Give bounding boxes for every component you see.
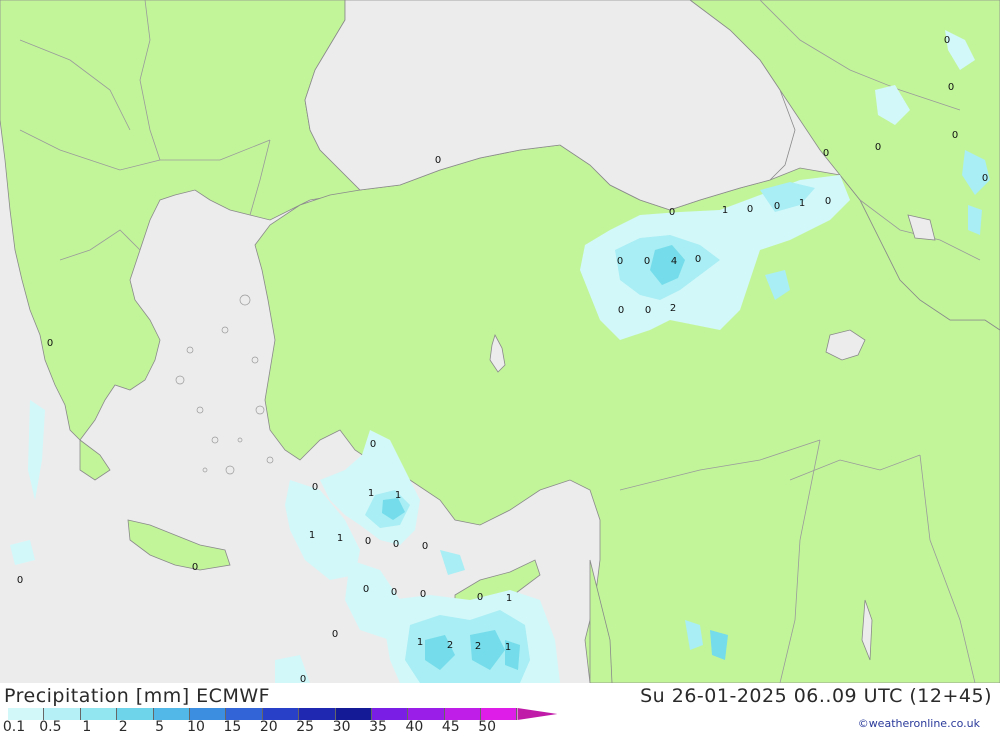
value-label: 0 xyxy=(695,254,701,265)
value-label: 0 xyxy=(875,142,881,153)
map-footer: Precipitation [mm] ECMWF Su 26-01-2025 0… xyxy=(0,683,1000,735)
value-label: 0 xyxy=(645,305,651,316)
map-title: Precipitation [mm] ECMWF xyxy=(4,685,271,707)
value-label: 0 xyxy=(435,155,441,166)
value-label: 0 xyxy=(365,536,371,547)
value-label: 1 xyxy=(395,490,401,501)
value-label: 0 xyxy=(332,629,338,640)
value-label: 0 xyxy=(47,338,53,349)
value-label: 0 xyxy=(948,82,954,93)
precipitation-map: 0 0 0 0 0 0 0 1 0 0 1 0 0 0 4 0 0 0 2 0 … xyxy=(0,0,1000,685)
value-label: 1 xyxy=(417,637,423,648)
value-label: 1 xyxy=(722,205,728,216)
value-label: 0 xyxy=(393,539,399,550)
value-label: 0 xyxy=(477,592,483,603)
value-label: 0 xyxy=(644,256,650,267)
value-label: 4 xyxy=(671,256,677,267)
value-label: 0 xyxy=(17,575,23,586)
forecast-datetime: Su 26-01-2025 06..09 UTC (12+45) xyxy=(640,685,992,707)
value-label: 0 xyxy=(982,173,988,184)
value-label: 0 xyxy=(192,562,198,573)
value-label: 0 xyxy=(312,482,318,493)
value-label: 0 xyxy=(617,256,623,267)
value-label: 0 xyxy=(370,439,376,450)
value-label: 0 xyxy=(391,587,397,598)
value-label: 1 xyxy=(368,488,374,499)
value-label: 0 xyxy=(774,201,780,212)
value-label: 0 xyxy=(823,148,829,159)
value-label: 1 xyxy=(309,530,315,541)
value-label: 0 xyxy=(618,305,624,316)
value-label: 0 xyxy=(363,584,369,595)
value-label: 0 xyxy=(669,207,675,218)
value-label: 0 xyxy=(747,204,753,215)
value-label: 0 xyxy=(952,130,958,141)
value-label: 2 xyxy=(670,303,676,314)
value-label: 2 xyxy=(447,640,453,651)
value-label: 0 xyxy=(944,35,950,46)
credit-link[interactable]: ©weatheronline.co.uk xyxy=(858,717,980,730)
value-label: 2 xyxy=(475,641,481,652)
value-label: 1 xyxy=(505,642,511,653)
value-label: 1 xyxy=(337,533,343,544)
value-label: 0 xyxy=(825,196,831,207)
value-label: 1 xyxy=(799,198,805,209)
value-label: 0 xyxy=(300,674,306,683)
scale-swatch xyxy=(517,708,558,720)
value-label: 0 xyxy=(420,589,426,600)
value-label: 0 xyxy=(422,541,428,552)
value-label: 1 xyxy=(506,593,512,604)
